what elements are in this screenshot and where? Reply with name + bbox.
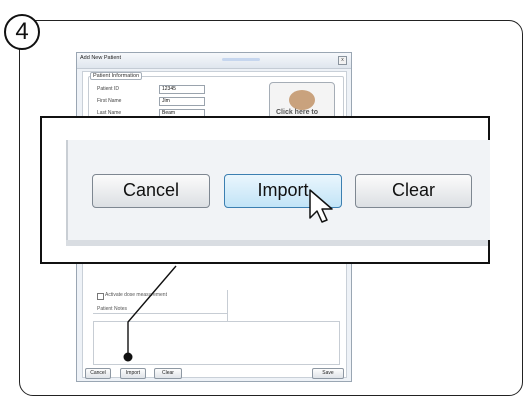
patient-notes-label: Patient Notes (97, 306, 128, 312)
clear-button[interactable]: Clear (154, 368, 182, 379)
first-name-field[interactable]: Jim (159, 97, 205, 106)
zoom-import-button[interactable]: Import (224, 174, 342, 208)
cancel-button[interactable]: Cancel (85, 368, 111, 379)
patient-notes-field[interactable] (93, 321, 340, 365)
save-button[interactable]: Save (312, 368, 344, 379)
photo-placeholder-icon (289, 90, 315, 110)
step-number-badge: 4 (4, 14, 40, 50)
titlebar-blur (222, 58, 260, 61)
zoom-bottom-edge (66, 240, 488, 246)
dialog-title: Add New Patient (80, 55, 121, 61)
photo-button-label: Click here to (276, 109, 319, 116)
zoom-inset: Cancel Import Clear (40, 116, 490, 264)
close-icon[interactable]: x (338, 56, 347, 65)
patient-info-group-label: Patient Information (90, 72, 143, 80)
patient-id-label: Patient ID (97, 86, 119, 92)
dose-measurement-checkbox[interactable] (97, 293, 104, 300)
step-number: 4 (15, 18, 29, 45)
zoom-clear-button[interactable]: Clear (355, 174, 472, 208)
import-button[interactable]: Import (120, 368, 146, 379)
dialog-titlebar: Add New Patient x (77, 53, 351, 69)
zoom-cancel-button[interactable]: Cancel (92, 174, 210, 208)
first-name-label: First Name (97, 98, 122, 104)
patient-id-field[interactable]: 12345 (159, 85, 205, 94)
notes-divider (93, 313, 227, 314)
dose-measurement-label: Activate dose measurement (105, 292, 167, 298)
